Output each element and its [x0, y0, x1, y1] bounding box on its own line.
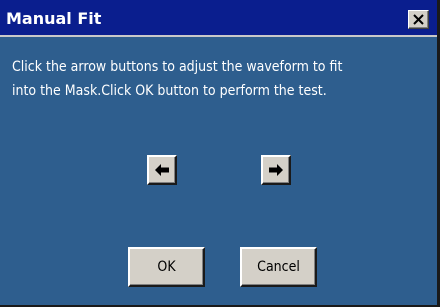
instruction-message: Click the arrow buttons to adjust the wa… [12, 59, 343, 99]
ok-button[interactable]: OK [128, 247, 205, 287]
title-bar: Manual Fit [0, 0, 437, 37]
cancel-button-label: Cancel [257, 259, 300, 275]
manual-fit-dialog: Manual Fit Click the arrow buttons to ad… [0, 0, 440, 307]
cancel-button[interactable]: Cancel [240, 247, 317, 287]
ok-button-label: OK [157, 259, 176, 275]
move-left-button[interactable] [147, 155, 177, 185]
window-title: Manual Fit [6, 9, 102, 28]
move-right-button[interactable] [261, 155, 291, 185]
arrow-left-icon [155, 164, 169, 176]
close-button[interactable] [408, 10, 429, 29]
close-icon [413, 14, 424, 25]
arrow-right-icon [269, 164, 283, 176]
